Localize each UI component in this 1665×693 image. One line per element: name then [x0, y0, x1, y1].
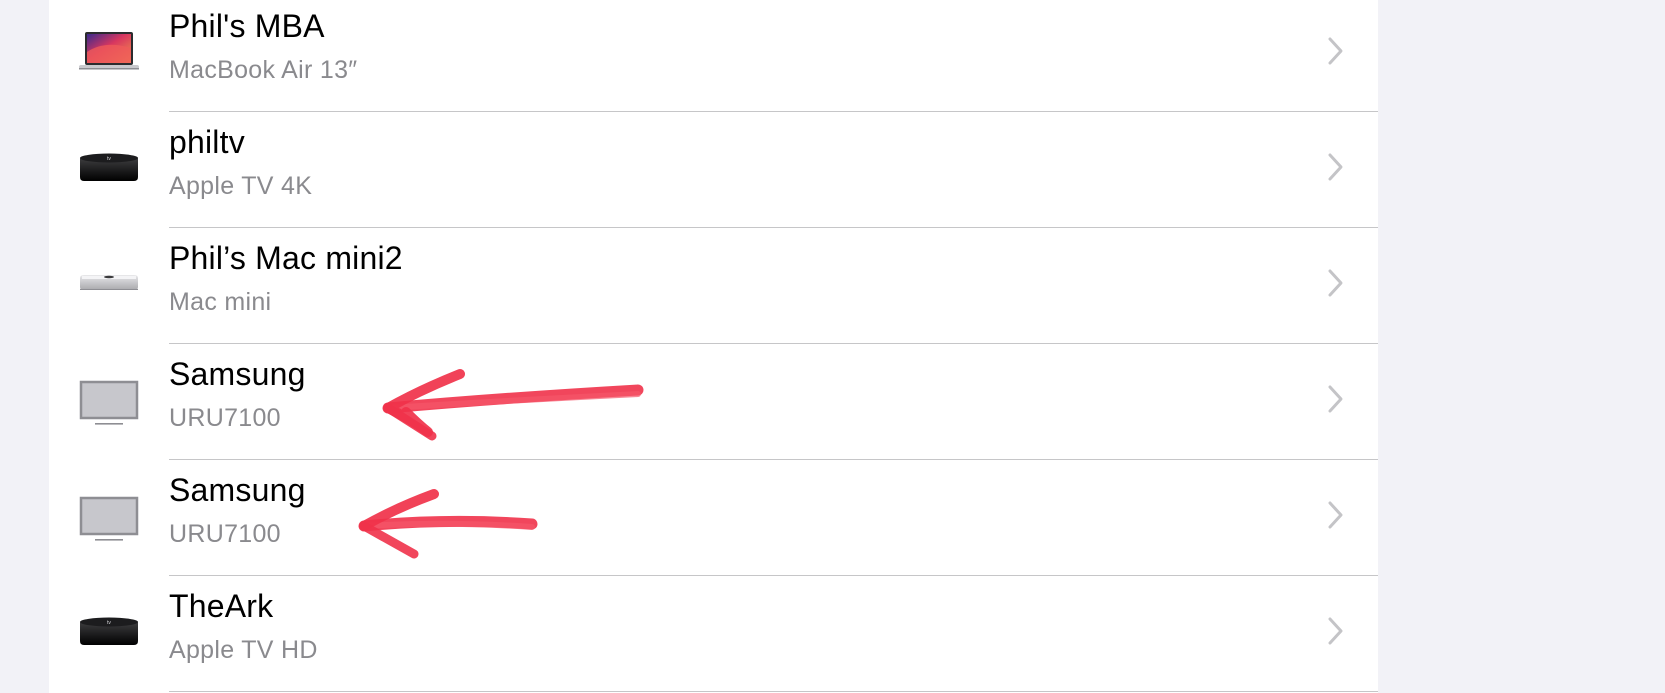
chevron-right-icon — [1324, 34, 1348, 68]
generic-display-icon — [77, 370, 141, 426]
chevron-right-icon — [1324, 150, 1348, 184]
device-name: philtv — [169, 124, 245, 160]
row-divider — [169, 691, 1378, 692]
device-model: Apple TV HD — [169, 636, 318, 664]
device-name: Samsung — [169, 356, 306, 392]
device-list: Phil's MBA MacBook Air 13″ tv philtv App… — [49, 0, 1378, 693]
device-row-samsung-1[interactable]: Samsung URU7100 — [49, 344, 1378, 460]
svg-text:tv: tv — [107, 156, 111, 162]
device-row-theark[interactable]: tv TheArk Apple TV HD — [49, 576, 1378, 692]
apple-tv-icon: tv — [77, 138, 141, 194]
device-model: URU7100 — [169, 404, 281, 432]
chevron-right-icon — [1324, 266, 1348, 300]
macbook-air-icon — [77, 22, 141, 78]
device-model: Apple TV 4K — [169, 172, 313, 200]
device-model: MacBook Air 13″ — [169, 56, 358, 84]
chevron-right-icon — [1324, 382, 1348, 416]
generic-display-icon — [77, 486, 141, 542]
device-name: TheArk — [169, 588, 274, 624]
svg-text:tv: tv — [107, 620, 111, 626]
chevron-right-icon — [1324, 614, 1348, 648]
apple-tv-icon: tv — [77, 602, 141, 658]
device-model: Mac mini — [169, 288, 272, 316]
device-row-philtv[interactable]: tv philtv Apple TV 4K — [49, 112, 1378, 228]
device-row-phils-mac-mini2[interactable]: Phil’s Mac mini2 Mac mini — [49, 228, 1378, 344]
device-row-phils-mba[interactable]: Phil's MBA MacBook Air 13″ — [49, 0, 1378, 112]
device-name: Phil's MBA — [169, 8, 325, 44]
chevron-right-icon — [1324, 498, 1348, 532]
device-row-samsung-2[interactable]: Samsung URU7100 — [49, 460, 1378, 576]
device-name: Phil’s Mac mini2 — [169, 240, 403, 276]
device-model: URU7100 — [169, 520, 281, 548]
mac-mini-icon — [77, 254, 141, 310]
device-name: Samsung — [169, 472, 306, 508]
